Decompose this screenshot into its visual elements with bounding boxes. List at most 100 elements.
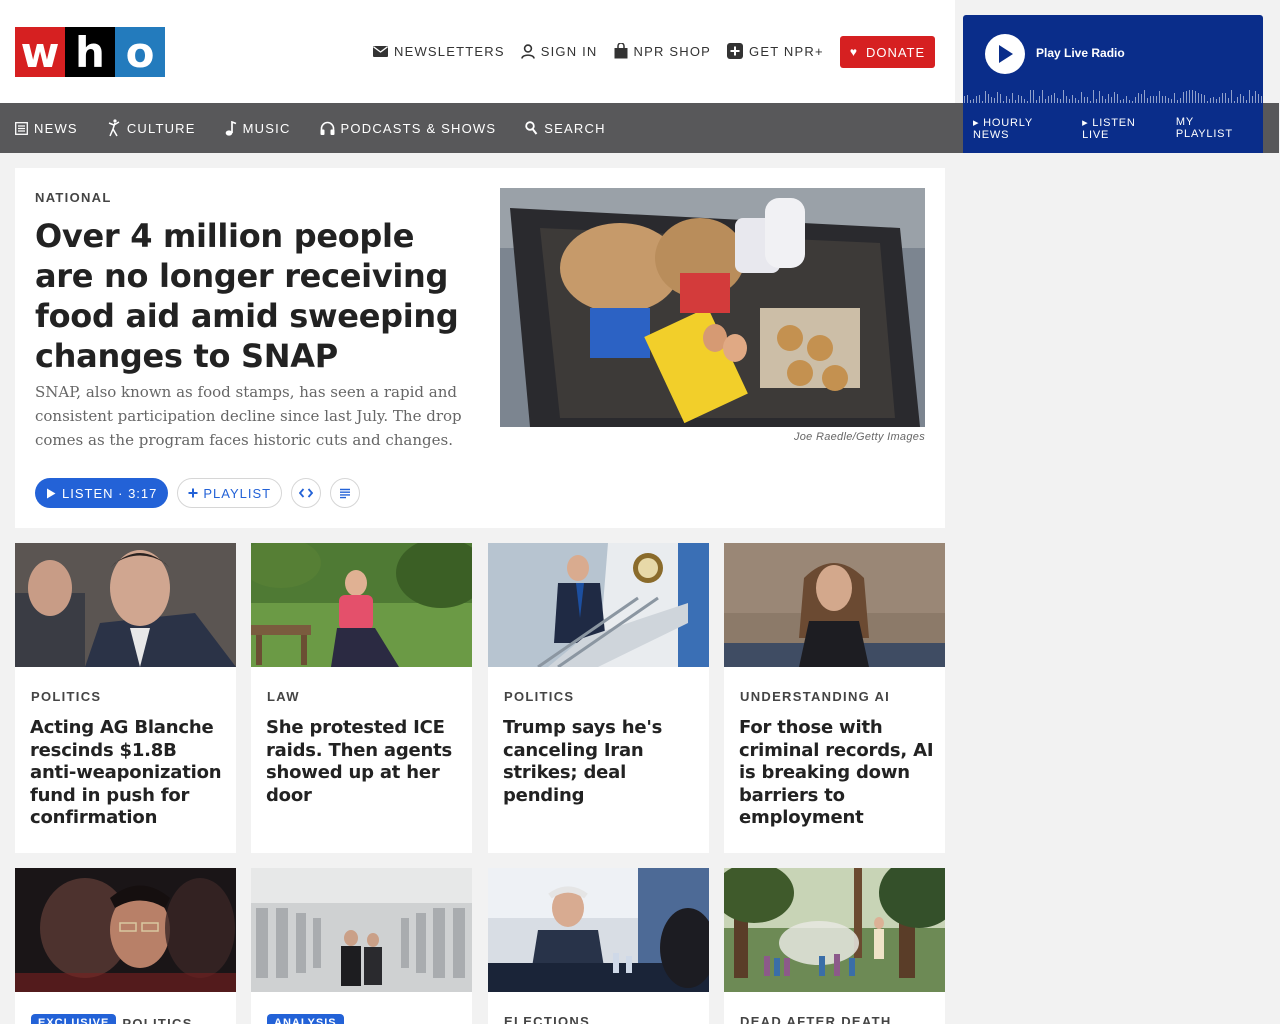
nav-culture-label: CULTURE — [126, 120, 196, 136]
waveform-bar — [1018, 95, 1019, 103]
waveform-bar — [1231, 90, 1232, 103]
nav-music[interactable]: MUSIC — [225, 120, 291, 136]
sign-in-link[interactable]: SIGN IN — [520, 44, 598, 59]
exclusive-tag[interactable]: EXCLUSIVE — [31, 1014, 117, 1024]
waveform-bar — [1243, 96, 1244, 103]
story-photo-blurred-faces[interactable] — [15, 868, 236, 992]
logo-letter-w: w — [15, 27, 65, 77]
lead-photo-grocery-cart[interactable] — [500, 188, 925, 427]
waveform-bar — [1204, 95, 1205, 103]
waveform-bar — [1102, 96, 1103, 103]
waveform-bar — [1072, 95, 1073, 103]
waveform-bar — [1165, 96, 1166, 103]
nav-search[interactable]: SEARCH — [525, 121, 605, 136]
waveform-bar — [1186, 91, 1187, 103]
waveform-bar — [1000, 94, 1001, 103]
story-card[interactable]: ELECTIONS — [488, 868, 709, 1024]
waveform-bar — [1099, 91, 1100, 103]
lead-teaser[interactable]: SNAP, also known as food stamps, has see… — [35, 380, 465, 452]
waveform-bar — [967, 95, 968, 103]
waveform-bar — [1252, 96, 1253, 103]
card-slug[interactable]: UNDERSTANDING AI — [740, 689, 890, 704]
nav-news[interactable]: NEWS — [15, 121, 78, 136]
site-header: w h o NEWSLETTERS SIGN IN NPR SHOP GET N… — [0, 0, 955, 103]
transcript-button[interactable] — [330, 478, 361, 508]
story-card[interactable]: LAW She protested ICE raids. Then agents… — [251, 543, 472, 853]
waveform-bar — [1114, 92, 1115, 103]
waveform-bar — [1240, 94, 1241, 103]
waveform-bar — [1222, 93, 1223, 103]
audio-waveform-graphic — [964, 90, 1262, 103]
card-headline[interactable]: Acting AG Blanche rescinds $1.8B anti-we… — [30, 717, 226, 830]
card-slug[interactable]: ELECTIONS — [504, 1014, 590, 1024]
waveform-bar — [1153, 96, 1154, 103]
card-slug[interactable]: POLITICS — [122, 1016, 192, 1024]
card-slug[interactable]: POLITICS — [31, 689, 101, 704]
headphones-icon — [320, 121, 335, 135]
nav-search-label: SEARCH — [544, 120, 606, 136]
lead-actions: LISTEN · 3:17 PLAYLIST — [35, 478, 369, 508]
waveform-bar — [1021, 96, 1022, 103]
waveform-bar — [1054, 93, 1055, 103]
analysis-tag[interactable]: ANALYSIS — [267, 1014, 344, 1024]
site-logo[interactable]: w h o — [15, 27, 165, 77]
radio-links: ▸ HOURLY NEWS ▸ LISTEN LIVE MY PLAYLIST — [963, 103, 1263, 153]
nav-podcasts[interactable]: PODCASTS & SHOWS — [320, 121, 497, 136]
waveform-bar — [1138, 93, 1139, 103]
story-card[interactable]: POLITICS Acting AG Blanche rescinds $1.8… — [15, 543, 236, 853]
waveform-bar — [1162, 96, 1163, 103]
card-slug[interactable]: LAW — [267, 689, 300, 704]
story-photo-air-force-one[interactable] — [488, 543, 709, 667]
story-photo-forest-gathering[interactable] — [724, 868, 945, 992]
story-card[interactable]: POLITICS Trump says he's canceling Iran … — [488, 543, 709, 853]
waveform-bar — [1249, 90, 1250, 103]
get-npr-plus-link[interactable]: GET NPR+ — [727, 43, 824, 59]
newsletters-link[interactable]: NEWSLETTERS — [373, 44, 505, 59]
donate-button[interactable]: ♥ DONATE — [840, 36, 935, 68]
waveform-bar — [1192, 90, 1193, 103]
story-card[interactable]: DEAD AFTER DEATH — [724, 868, 945, 1024]
donate-label: DONATE — [865, 44, 926, 60]
nav-news-label: NEWS — [34, 120, 78, 136]
main-nav: NEWS CULTURE MUSIC PODCASTS & SHOWS SEAR… — [0, 103, 963, 153]
waveform-bar — [1189, 90, 1190, 103]
card-headline[interactable]: Trump says he's canceling Iran strikes; … — [503, 717, 699, 807]
story-card[interactable]: EXCLUSIVE POLITICS — [15, 868, 236, 1024]
my-playlist-link[interactable]: MY PLAYLIST — [1176, 116, 1254, 140]
waveform-bar — [1108, 94, 1109, 103]
story-card[interactable]: ANALYSIS — [251, 868, 472, 1024]
embed-button[interactable] — [291, 478, 322, 508]
play-icon — [999, 45, 1013, 63]
npr-shop-link[interactable]: NPR SHOP — [614, 43, 712, 59]
play-icon — [47, 488, 56, 498]
lead-headline[interactable]: Over 4 million people are no longer rece… — [35, 216, 465, 376]
waveform-bar — [1141, 94, 1142, 103]
card-headline[interactable]: She protested ICE raids. Then agents sho… — [266, 717, 462, 807]
waveform-bar — [985, 91, 986, 103]
waveform-bar — [997, 92, 998, 103]
card-slug[interactable]: POLITICS — [504, 689, 574, 704]
play-live-radio-button[interactable] — [985, 34, 1025, 74]
card-headline[interactable]: For those with criminal records, AI is b… — [739, 717, 935, 830]
card-tags: ANALYSIS — [267, 1014, 350, 1024]
add-to-playlist-button[interactable]: PLAYLIST — [177, 478, 283, 508]
story-photo-ai-portrait[interactable] — [724, 543, 945, 667]
nav-podcasts-label: PODCASTS & SHOWS — [340, 120, 497, 136]
npr-shop-label: NPR SHOP — [633, 43, 712, 59]
hourly-news-link[interactable]: ▸ HOURLY NEWS — [973, 116, 1072, 141]
story-card[interactable]: UNDERSTANDING AI For those with criminal… — [724, 543, 945, 853]
story-photo-blanche[interactable] — [15, 543, 236, 667]
story-photo-factory[interactable] — [251, 868, 472, 992]
nav-culture[interactable]: CULTURE — [107, 119, 196, 137]
logo-letter-o: o — [115, 27, 165, 77]
listen-button[interactable]: LISTEN · 3:17 — [35, 478, 169, 508]
story-photo-protester[interactable] — [251, 543, 472, 667]
waveform-bar — [1006, 96, 1007, 103]
listen-live-link[interactable]: ▸ LISTEN LIVE — [1082, 116, 1166, 141]
card-slug[interactable]: DEAD AFTER DEATH — [740, 1014, 892, 1024]
dancer-icon — [108, 119, 120, 137]
nav-music-label: MUSIC — [242, 120, 291, 136]
story-photo-hearing[interactable] — [488, 868, 709, 992]
waveform-bar — [1159, 91, 1160, 103]
lead-slug[interactable]: NATIONAL — [35, 190, 112, 205]
